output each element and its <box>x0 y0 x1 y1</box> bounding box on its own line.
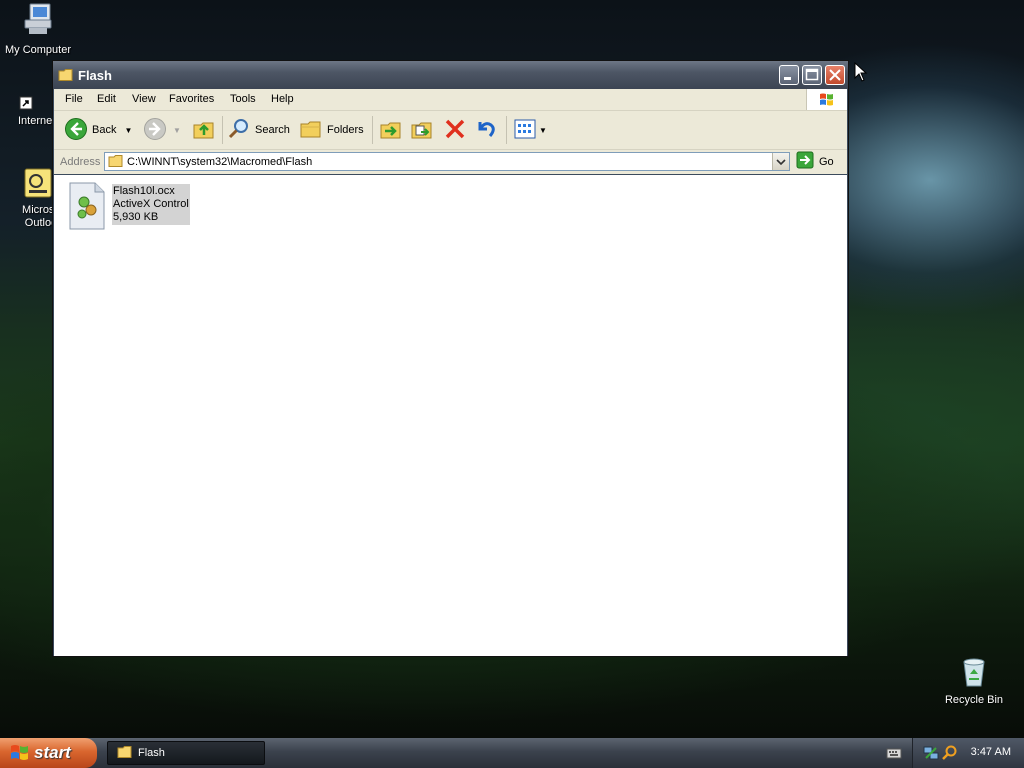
file-details: Flash10l.ocx ActiveX Control 5,930 KB <box>112 184 190 225</box>
search-button[interactable]: Search <box>227 118 290 142</box>
start-button[interactable]: start <box>0 738 97 768</box>
file-type: ActiveX Control <box>113 198 189 210</box>
folders-label: Folders <box>327 124 364 136</box>
file-item[interactable]: Flash10l.ocx ActiveX Control 5,930 KB <box>65 182 190 230</box>
toolbar: Back ▼ ▼ Search Folders ▼ <box>54 111 847 150</box>
mouse-cursor-icon <box>854 61 868 85</box>
back-arrow-icon <box>64 117 88 144</box>
file-size: 5,930 KB <box>113 211 159 223</box>
activex-file-icon <box>67 182 107 233</box>
menu-bar: File Edit View Favorites Tools Help <box>54 89 847 111</box>
undo-button[interactable] <box>474 118 498 142</box>
close-button[interactable] <box>825 65 845 85</box>
search-label: Search <box>255 124 290 136</box>
desktop-icon-label: My Computer <box>4 44 72 56</box>
windows-logo-icon <box>806 89 847 110</box>
clock[interactable]: 3:47 AM <box>971 746 1011 758</box>
address-bar: Address C:\WINNT\system32\Macromed\Flash… <box>54 150 847 174</box>
system-tray: 3:47 AM <box>912 738 1024 768</box>
copy-to-icon <box>410 117 434 144</box>
address-value: C:\WINNT\system32\Macromed\Flash <box>127 156 313 168</box>
views-grid-icon <box>513 117 537 144</box>
menu-file[interactable]: File <box>65 93 83 105</box>
magnifier-tray-icon[interactable] <box>942 745 958 764</box>
taskbar-item-flash[interactable]: Flash <box>107 741 265 765</box>
go-label: Go <box>819 155 834 168</box>
taskbar-item-label: Flash <box>138 747 165 759</box>
menu-help[interactable]: Help <box>271 93 294 105</box>
up-folder-icon <box>192 117 216 144</box>
views-button[interactable]: ▼ <box>513 118 547 142</box>
shortcut-arrow-icon <box>18 96 34 112</box>
start-label: start <box>34 743 71 762</box>
folders-icon <box>299 117 323 144</box>
desktop-icon-label: Recycle Bin <box>944 694 1004 706</box>
copy-to-button[interactable] <box>410 118 434 142</box>
forward-arrow-icon <box>143 117 167 144</box>
up-folder-button[interactable] <box>192 118 216 142</box>
folders-button[interactable]: Folders <box>299 118 364 142</box>
dropdown-arrow-icon: ▼ <box>173 125 181 135</box>
dropdown-arrow-icon[interactable]: ▼ <box>124 126 132 135</box>
menu-tools[interactable]: Tools <box>230 93 256 105</box>
windows-flag-icon <box>10 743 30 764</box>
address-label: Address <box>60 156 101 168</box>
toolbar-separator <box>372 116 373 144</box>
move-to-icon <box>379 117 403 144</box>
toolbar-separator <box>506 116 507 144</box>
minimize-button[interactable] <box>779 65 799 85</box>
address-dropdown-button[interactable] <box>772 153 789 170</box>
folder-icon <box>58 68 74 85</box>
search-icon <box>227 117 251 144</box>
menu-favorites[interactable]: Favorites <box>169 93 214 105</box>
folder-icon <box>108 154 124 171</box>
desktop-icon-my-computer[interactable]: My Computer <box>0 2 78 56</box>
undo-icon <box>474 117 498 144</box>
toolbar-separator <box>222 116 223 144</box>
title-bar[interactable]: Flash <box>53 61 848 89</box>
window-title: Flash <box>78 68 112 83</box>
delete-button[interactable] <box>443 118 467 142</box>
back-label: Back <box>92 124 117 136</box>
desktop-icon-recycle-bin[interactable]: Recycle Bin <box>934 656 1014 706</box>
network-icon[interactable] <box>923 745 939 764</box>
file-name: Flash10l.ocx <box>113 185 175 197</box>
taskbar: start Flash 3:47 AM <box>0 738 1024 768</box>
folder-icon <box>117 745 133 762</box>
address-input[interactable]: C:\WINNT\system32\Macromed\Flash <box>104 152 790 171</box>
forward-button[interactable]: ▼ <box>143 117 181 144</box>
go-button[interactable]: Go <box>796 151 834 172</box>
my-computer-icon <box>0 2 78 41</box>
delete-x-icon <box>443 117 467 144</box>
dropdown-arrow-icon: ▼ <box>539 125 547 135</box>
back-button[interactable]: Back ▼ <box>64 117 132 144</box>
maximize-button[interactable] <box>802 65 822 85</box>
go-arrow-icon <box>796 151 814 172</box>
explorer-window: Flash File Edit View Favorites Tools Hel… <box>52 60 849 657</box>
keyboard-icon[interactable] <box>886 746 902 763</box>
menu-view[interactable]: View <box>132 93 156 105</box>
menu-edit[interactable]: Edit <box>97 93 116 105</box>
move-to-button[interactable] <box>379 118 403 142</box>
file-list-pane[interactable]: Flash10l.ocx ActiveX Control 5,930 KB <box>54 175 847 656</box>
recycle-bin-icon <box>934 656 1014 691</box>
